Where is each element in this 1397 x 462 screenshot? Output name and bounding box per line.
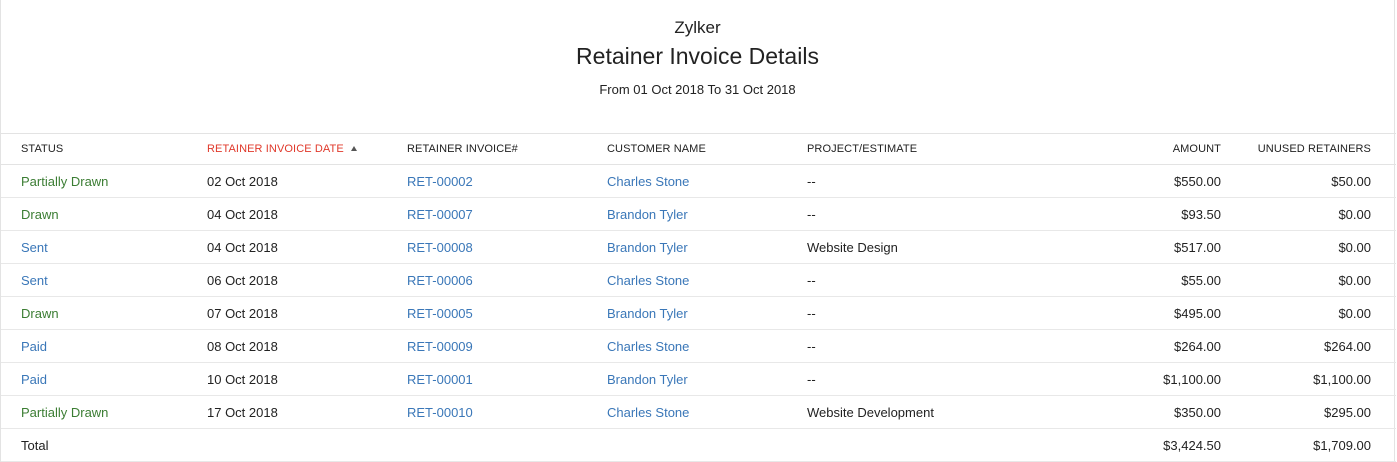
header-row: STATUS RETAINER INVOICE DATE RETAINER IN… <box>1 133 1396 165</box>
cell-amount: $550.00 <box>1007 164 1221 198</box>
cell-amount: $495.00 <box>1007 296 1221 330</box>
table-row: Sent 04 Oct 2018 RET-00008 Brandon Tyler Web… <box>1 230 1396 264</box>
table-row: Partially Drawn 02 Oct 2018 RET-00002 Charl… <box>1 164 1396 198</box>
cell-amount: $264.00 <box>1007 329 1221 363</box>
table-row: Paid 08 Oct 2018 RET-00009 Charles Stone -- $… <box>1 329 1396 363</box>
cell-status: Paid <box>1 362 207 396</box>
table-body: Partially Drawn 02 Oct 2018 RET-00002 Charl… <box>1 164 1396 429</box>
cell-unused: $0.00 <box>1221 263 1396 297</box>
table-footer: Total $3,424.50 $1,709.00 <box>1 428 1396 462</box>
cell-status: Paid <box>1 329 207 363</box>
table-header: STATUS RETAINER INVOICE DATE RETAINER IN… <box>1 133 1396 165</box>
cell-status: Sent <box>1 230 207 264</box>
cell-project: -- <box>807 164 1007 198</box>
cell-date: 07 Oct 2018 <box>207 296 407 330</box>
cell-unused: $0.00 <box>1221 197 1396 231</box>
cell-date: 17 Oct 2018 <box>207 395 407 429</box>
column-header-status[interactable]: STATUS <box>1 133 207 165</box>
customer-link[interactable]: Charles Stone <box>607 263 807 297</box>
cell-unused: $0.00 <box>1221 296 1396 330</box>
cell-date: 04 Oct 2018 <box>207 230 407 264</box>
retainer-invoice-table: STATUS RETAINER INVOICE DATE RETAINER IN… <box>1 133 1396 462</box>
column-header-amount[interactable]: AMOUNT <box>1007 133 1221 165</box>
table-row: Drawn 07 Oct 2018 RET-00005 Brandon Tyler --… <box>1 296 1396 330</box>
cell-unused: $50.00 <box>1221 164 1396 198</box>
column-header-unused[interactable]: UNUSED RETAINERS <box>1221 133 1396 165</box>
invoice-link[interactable]: RET-00006 <box>407 263 607 297</box>
cell-amount: $55.00 <box>1007 263 1221 297</box>
customer-link[interactable]: Brandon Tyler <box>607 296 807 330</box>
cell-status: Partially Drawn <box>1 395 207 429</box>
cell-date: 04 Oct 2018 <box>207 197 407 231</box>
cell-date: 06 Oct 2018 <box>207 263 407 297</box>
column-header-customer[interactable]: CUSTOMER NAME <box>607 133 807 165</box>
cell-amount: $350.00 <box>1007 395 1221 429</box>
cell-amount: $517.00 <box>1007 230 1221 264</box>
customer-link[interactable]: Charles Stone <box>607 395 807 429</box>
table-row: Partially Drawn 17 Oct 2018 RET-00010 Charl… <box>1 395 1396 429</box>
cell-project: -- <box>807 197 1007 231</box>
table-row: Paid 10 Oct 2018 RET-00001 Brandon Tyler -- $… <box>1 362 1396 396</box>
customer-link[interactable]: Brandon Tyler <box>607 362 807 396</box>
column-header-invoice[interactable]: RETAINER INVOICE# <box>407 133 607 165</box>
cell-status: Drawn <box>1 197 207 231</box>
cell-amount: $93.50 <box>1007 197 1221 231</box>
invoice-link[interactable]: RET-00002 <box>407 164 607 198</box>
total-unused: $1,709.00 <box>1221 428 1396 462</box>
cell-date: 08 Oct 2018 <box>207 329 407 363</box>
invoice-link[interactable]: RET-00009 <box>407 329 607 363</box>
total-row: Total $3,424.50 $1,709.00 <box>1 428 1396 462</box>
table-row: Sent 06 Oct 2018 RET-00006 Charles Stone -- $… <box>1 263 1396 297</box>
customer-link[interactable]: Charles Stone <box>607 329 807 363</box>
cell-unused: $264.00 <box>1221 329 1396 363</box>
report-date-range: From 01 Oct 2018 To 31 Oct 2018 <box>599 82 796 97</box>
sort-up-icon[interactable] <box>350 146 357 151</box>
invoice-link[interactable]: RET-00007 <box>407 197 607 231</box>
cell-project: -- <box>807 329 1007 363</box>
cell-project: -- <box>807 296 1007 330</box>
cell-project: -- <box>807 362 1007 396</box>
column-header-date[interactable]: RETAINER INVOICE DATE <box>207 133 407 165</box>
report-header: Zylker Retainer Invoice Details From 01 … <box>1 0 1394 116</box>
invoice-link[interactable]: RET-00005 <box>407 296 607 330</box>
total-amount: $3,424.50 <box>1007 428 1221 462</box>
cell-status: Sent <box>1 263 207 297</box>
report-container: Zylker Retainer Invoice Details From 01 … <box>0 0 1396 462</box>
invoice-link[interactable]: RET-00001 <box>407 362 607 396</box>
total-label: Total <box>1 428 207 462</box>
customer-link[interactable]: Brandon Tyler <box>607 197 807 231</box>
cell-status: Partially Drawn <box>1 164 207 198</box>
invoice-link[interactable]: RET-00010 <box>407 395 607 429</box>
cell-unused: $295.00 <box>1221 395 1396 429</box>
cell-status: Drawn <box>1 296 207 330</box>
cell-amount: $1,100.00 <box>1007 362 1221 396</box>
cell-project: Website Development <box>807 395 1007 429</box>
cell-unused: $0.00 <box>1221 230 1396 264</box>
cell-project: Website Design <box>807 230 1007 264</box>
cell-date: 10 Oct 2018 <box>207 362 407 396</box>
cell-unused: $1,100.00 <box>1221 362 1396 396</box>
column-header-project[interactable]: PROJECT/ESTIMATE <box>807 133 1007 165</box>
customer-link[interactable]: Charles Stone <box>607 164 807 198</box>
table-row: Drawn 04 Oct 2018 RET-00007 Brandon Tyler --… <box>1 197 1396 231</box>
invoice-link[interactable]: RET-00008 <box>407 230 607 264</box>
organization-name: Zylker <box>674 18 721 37</box>
cell-project: -- <box>807 263 1007 297</box>
report-title: Retainer Invoice Details <box>576 43 819 69</box>
customer-link[interactable]: Brandon Tyler <box>607 230 807 264</box>
cell-date: 02 Oct 2018 <box>207 164 407 198</box>
